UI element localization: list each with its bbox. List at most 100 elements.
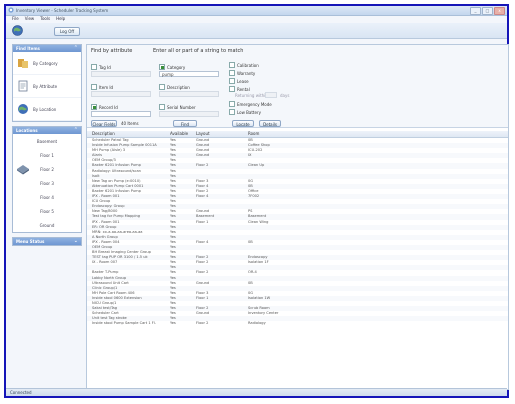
close-button[interactable]: x: [494, 7, 505, 15]
cell-room: Radiology: [248, 321, 266, 326]
locations-panel: Locations ⌃ Basement Floor 1 Floor 2 Flo…: [12, 126, 82, 233]
find-items-panel: Find Items ⌃ By Category By Attribute By…: [12, 44, 82, 122]
floor-label: Floor 1: [40, 152, 54, 158]
table-body: Scheduler Patrol Tag Yes Ground 0B Inside In…: [87, 138, 508, 326]
low-battery-checkbox[interactable]: Low Battery: [229, 109, 261, 115]
search-heading: Find by attribute: [91, 48, 133, 54]
description-input[interactable]: [159, 91, 219, 97]
attribute-icon: [18, 80, 28, 92]
menu-status-title: Menu Status: [16, 239, 45, 244]
item-id-checkbox[interactable]: Item Id: [91, 84, 113, 90]
maximize-button[interactable]: □: [482, 7, 493, 15]
rental-returning-label: Returning within: [235, 93, 268, 98]
log-off-button[interactable]: Log Off: [54, 27, 80, 36]
item-id-label: Item Id: [99, 84, 114, 90]
window-controls: _ □ x: [470, 7, 505, 15]
warranty-label: Warranty: [237, 70, 256, 76]
main-content: Find by attribute Enter all or part of a…: [86, 44, 509, 390]
lease-label: Lease: [237, 78, 249, 84]
item-count: 40 Items: [121, 121, 139, 126]
chevron-up-icon[interactable]: ⌃: [74, 45, 78, 52]
details-button[interactable]: Details: [259, 120, 281, 127]
serial-number-label: Serial Number: [167, 104, 196, 110]
window-title: Inventory Viewer - Scheduler Tracking Sy…: [16, 8, 109, 13]
floor-5[interactable]: Floor 5: [13, 204, 81, 218]
find-button[interactable]: Find: [173, 120, 197, 127]
tag-id-input[interactable]: [91, 71, 151, 77]
status-bar: Connected: [6, 388, 507, 396]
nav-by-category[interactable]: By Category: [13, 52, 81, 75]
nav-by-attribute[interactable]: By Attribute: [13, 75, 81, 98]
find-items-title: Find Items: [16, 46, 40, 51]
title-bar: Inventory Viewer - Scheduler Tracking Sy…: [6, 6, 507, 16]
floor-label: Ground: [39, 222, 55, 228]
record-id-checkbox[interactable]: Record Id: [91, 104, 118, 110]
calibration-label: Calibration: [237, 62, 259, 68]
locations-header[interactable]: Locations ⌃: [13, 127, 81, 134]
floor-1[interactable]: Floor 1: [13, 148, 81, 162]
category-input[interactable]: pump: [159, 71, 219, 77]
sidebar: Find Items ⌃ By Category By Attribute By…: [12, 44, 82, 384]
menu-tools[interactable]: Tools: [40, 16, 50, 22]
rental-days-input[interactable]: [265, 92, 277, 98]
results-table: Description Available Layout Room Schedu…: [87, 131, 508, 389]
description-checkbox[interactable]: Description: [159, 84, 190, 90]
chevron-down-icon[interactable]: ⌄: [74, 238, 78, 245]
toolbar: Log Off: [6, 23, 507, 39]
record-id-input[interactable]: [91, 111, 151, 117]
menu-status-header[interactable]: Menu Status ⌄: [13, 238, 81, 245]
item-id-input[interactable]: [91, 91, 151, 97]
floor-ground[interactable]: Ground: [13, 218, 81, 232]
table-row[interactable]: Inside stool Pump Sample Cart 1 Fl. Yes Fl…: [87, 321, 508, 326]
nav-by-location[interactable]: By Location: [13, 98, 81, 121]
nav-by-attribute-label: By Attribute: [33, 83, 58, 89]
rental-days-unit: days: [280, 93, 290, 98]
floor-label: Floor 2: [40, 166, 54, 172]
category-checkbox[interactable]: Category: [159, 64, 185, 70]
cell-layout: Floor 2: [196, 321, 209, 326]
app-window: Inventory Viewer - Scheduler Tracking Sy…: [4, 4, 509, 398]
menu-view[interactable]: View: [25, 16, 35, 22]
lease-checkbox[interactable]: Lease: [229, 78, 249, 84]
floor-label: Basement: [36, 138, 58, 144]
warranty-checkbox[interactable]: Warranty: [229, 70, 255, 76]
menu-status-panel: Menu Status ⌄: [12, 237, 82, 246]
header-description[interactable]: Description: [87, 131, 170, 137]
clear-fields-button[interactable]: Clear Fields: [91, 120, 117, 127]
tag-id-label: Tag Id: [99, 64, 111, 70]
emergency-mode-checkbox[interactable]: Emergency Mode: [229, 101, 272, 107]
header-layout[interactable]: Layout: [196, 131, 248, 137]
globe-logo-icon: [12, 25, 23, 36]
nav-by-location-label: By Location: [33, 106, 57, 112]
floor-2[interactable]: Floor 2: [13, 162, 81, 176]
floor-label: Floor 5: [40, 208, 54, 214]
header-available[interactable]: Available: [170, 131, 196, 137]
search-panel: Find by attribute Enter all or part of a…: [87, 45, 508, 128]
floor-basement[interactable]: Basement: [13, 134, 81, 148]
menu-file[interactable]: File: [12, 16, 19, 22]
chevron-up-icon[interactable]: ⌃: [74, 127, 78, 134]
category-label: Category: [167, 64, 186, 70]
app-icon: [8, 7, 14, 13]
header-room[interactable]: Room: [248, 131, 508, 137]
serial-number-input[interactable]: [159, 111, 219, 117]
menu-help[interactable]: Help: [56, 16, 65, 22]
rental-checkbox[interactable]: Rental: [229, 86, 250, 92]
description-label: Description: [167, 84, 190, 90]
table-header: Description Available Layout Room: [87, 131, 508, 138]
locate-button[interactable]: Locate: [232, 120, 254, 127]
nav-by-category-label: By Category: [33, 60, 58, 66]
low-battery-label: Low Battery: [237, 109, 261, 115]
find-items-header[interactable]: Find Items ⌃: [13, 45, 81, 52]
category-icon: [18, 59, 28, 68]
floor-3[interactable]: Floor 3: [13, 176, 81, 190]
menu-bar: File View Tools Help: [6, 16, 507, 22]
cell-description: Inside stool Pump Sample Cart 1 Fl.: [92, 321, 156, 326]
minimize-button[interactable]: _: [470, 7, 481, 15]
cell-available: Yes: [170, 321, 176, 326]
floor-label: Floor 4: [40, 194, 54, 200]
calibration-checkbox[interactable]: Calibration: [229, 62, 259, 68]
tag-id-checkbox[interactable]: Tag Id: [91, 64, 111, 70]
floor-4[interactable]: Floor 4: [13, 190, 81, 204]
serial-number-checkbox[interactable]: Serial Number: [159, 104, 196, 110]
